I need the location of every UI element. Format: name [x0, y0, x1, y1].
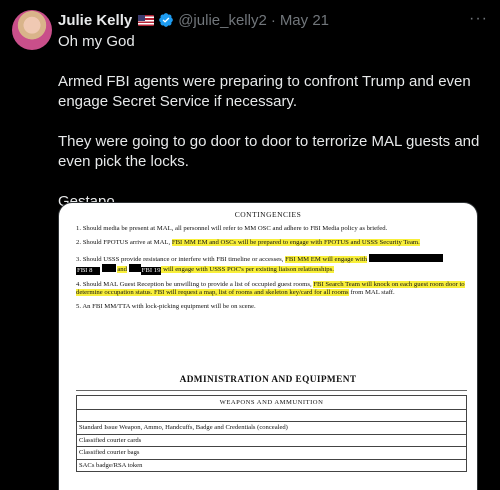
- contingency-item-4: 4. Should MAL Guest Reception be unwilli…: [76, 280, 465, 297]
- contingency-item-5: 5. An FBI MM/TTA with lock-picking equip…: [76, 303, 256, 311]
- section-title: ADMINISTRATION AND EQUIPMENT: [179, 375, 357, 385]
- redaction-block: [368, 253, 443, 262]
- post-paragraph: Armed FBI agents were preparing to confr…: [58, 73, 471, 110]
- verified-badge-icon: [159, 13, 174, 27]
- avatar[interactable]: [12, 10, 52, 50]
- redaction-block: FBI 8: [76, 266, 100, 275]
- post-paragraph: Oh my God: [58, 33, 135, 50]
- author-handle[interactable]: @julie_kelly2: [178, 12, 267, 29]
- table-row: SACs badge/RSA token: [77, 460, 466, 472]
- redaction-block: FBI 19: [140, 266, 162, 275]
- more-options-icon[interactable]: ···: [469, 10, 488, 28]
- highlight: and: [117, 265, 127, 273]
- author-name[interactable]: Julie Kelly: [58, 12, 132, 29]
- redaction-block: [128, 263, 141, 272]
- equipment-table: WEAPONS AND AMMUNITION Standard Issue We…: [76, 395, 467, 472]
- table-header: WEAPONS AND AMMUNITION: [77, 396, 466, 410]
- post-header: Julie Kelly @julie_kelly2 · May 21 ···: [58, 10, 488, 30]
- post-date[interactable]: May 21: [280, 12, 329, 29]
- highlight: will engage with USSS POC's per existing…: [161, 265, 334, 273]
- table-row: Classified courier cards: [77, 435, 466, 447]
- table-row: [77, 410, 466, 422]
- document-title: CONTINGENCIES: [234, 210, 302, 219]
- table-row: Standard Issue Weapon, Ammo, Handcuffs, …: [77, 422, 466, 435]
- post-paragraph: They were going to go door to door to te…: [58, 133, 480, 170]
- highlight: FBI MM EM and OSCs will be prepared to e…: [171, 239, 420, 247]
- contingency-item-2: 2. Should FPOTUS arrive at MAL, FBI MM E…: [76, 239, 420, 247]
- contingency-item-1: 1. Should media be present at MAL, all p…: [76, 225, 388, 232]
- redaction-block: [101, 263, 116, 272]
- contingency-list: 1. Should media be present at MAL, all p…: [76, 225, 474, 318]
- attached-document-image[interactable]: CONTINGENCIES 1. Should media be present…: [58, 202, 478, 490]
- highlight: FBI MM EM will engage with: [285, 255, 368, 263]
- table-row: Classified courier bags: [77, 447, 466, 460]
- separator: ·: [270, 11, 276, 29]
- divider: [76, 390, 467, 391]
- contingency-item-3: 3. Should USSS provide resistance or int…: [76, 253, 474, 275]
- us-flag-icon: [138, 14, 155, 26]
